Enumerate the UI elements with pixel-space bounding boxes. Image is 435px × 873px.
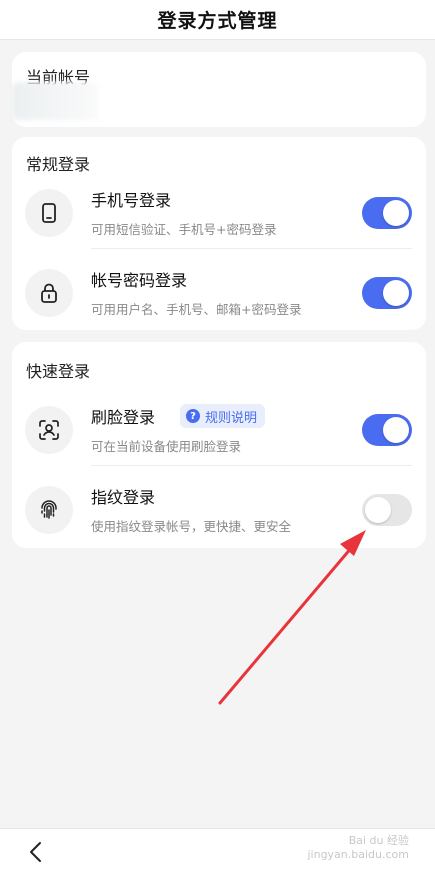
current-account-card: 当前帐号 — [12, 52, 426, 127]
watermark-line-2: jingyan.baidu.com — [307, 848, 409, 861]
row-divider — [91, 465, 412, 466]
blurred-account-name — [12, 82, 98, 120]
toggle-knob — [365, 497, 391, 523]
face-scan-icon — [25, 406, 73, 454]
toggle-knob — [383, 200, 409, 226]
phone-login-description: 可用短信验证、手机号+密码登录 — [91, 222, 277, 237]
chevron-left-icon[interactable] — [26, 841, 46, 863]
fingerprint-login-description: 使用指纹登录帐号，更快捷、更安全 — [91, 519, 292, 534]
fingerprint-login-label: 指纹登录 — [91, 488, 156, 507]
toggle-knob — [383, 417, 409, 443]
phone-icon — [25, 189, 73, 237]
phone-login-toggle[interactable] — [362, 197, 412, 229]
page-title: 登录方式管理 — [157, 10, 278, 32]
fingerprint-icon — [25, 486, 73, 534]
watermark-line-1: Bai du 经验 — [348, 834, 409, 847]
row-divider — [91, 248, 412, 249]
bottom-navigation-bar: Bai du 经验 jingyan.baidu.com — [0, 828, 435, 873]
password-login-label: 帐号密码登录 — [91, 271, 188, 290]
regular-login-card: 常规登录 手机号登录 可用短信验证、手机号+密码登录 帐号密码登录 可用用户名、… — [12, 137, 426, 330]
face-login-toggle[interactable] — [362, 414, 412, 446]
watermark: Bai du 经验 jingyan.baidu.com — [307, 832, 409, 861]
password-login-description: 可用用户名、手机号、邮箱+密码登录 — [91, 302, 302, 317]
fingerprint-login-toggle[interactable] — [362, 494, 412, 526]
rules-badge[interactable]: ? 规则说明 — [180, 404, 266, 428]
page-header: 登录方式管理 — [0, 0, 435, 40]
phone-login-row: 手机号登录 可用短信验证、手机号+密码登录 — [12, 175, 426, 249]
quick-login-title: 快速登录 — [26, 362, 91, 381]
face-login-row: 刷脸登录 ? 规则说明 可在当前设备使用刷脸登录 — [12, 392, 426, 466]
password-login-toggle[interactable] — [362, 277, 412, 309]
phone-login-label: 手机号登录 — [91, 191, 172, 210]
question-icon: ? — [186, 409, 200, 423]
lock-icon — [25, 269, 73, 317]
password-login-row: 帐号密码登录 可用用户名、手机号、邮箱+密码登录 — [12, 255, 426, 329]
face-login-label: 刷脸登录 — [91, 408, 156, 427]
regular-login-title: 常规登录 — [26, 155, 91, 174]
toggle-knob — [383, 280, 409, 306]
quick-login-card: 快速登录 刷脸登录 ? 规则说明 可在当前设备使用刷脸登录 指纹登录 使用指纹登… — [12, 342, 426, 548]
fingerprint-login-row: 指纹登录 使用指纹登录帐号，更快捷、更安全 — [12, 472, 426, 546]
rules-badge-label: 规则说明 — [205, 410, 258, 426]
face-login-description: 可在当前设备使用刷脸登录 — [91, 439, 242, 454]
